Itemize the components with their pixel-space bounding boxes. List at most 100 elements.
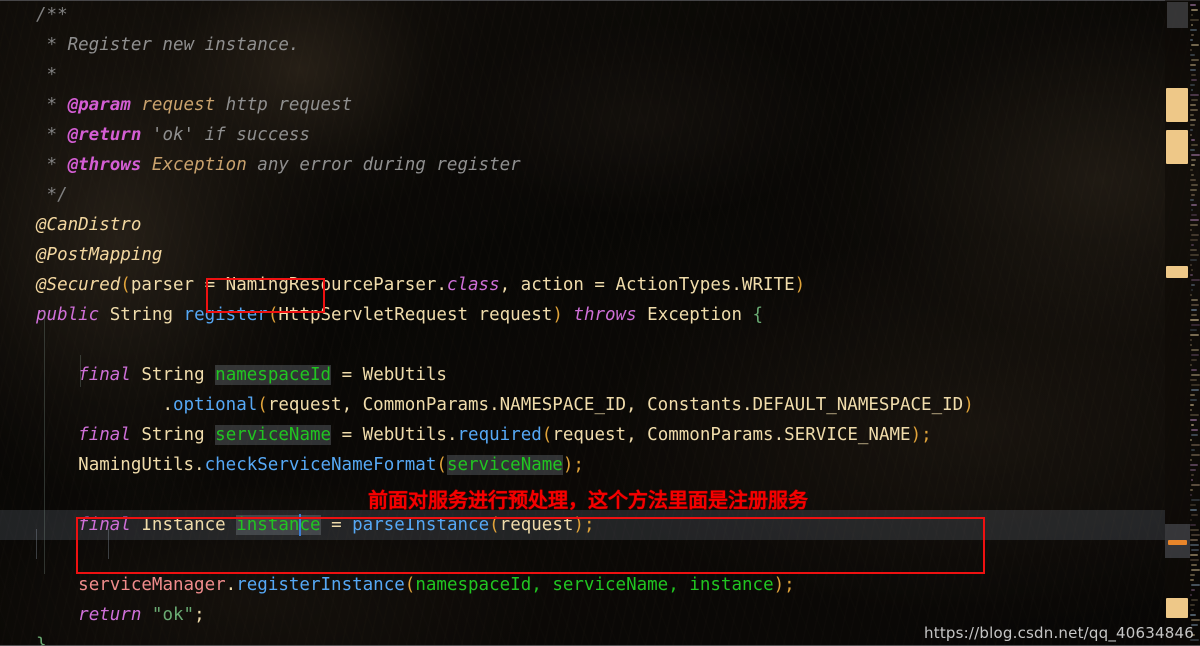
minimap-row bbox=[1191, 429, 1198, 431]
minimap-row bbox=[1190, 84, 1195, 86]
code-line[interactable]: * @param request http request bbox=[0, 90, 1165, 120]
minimap-row bbox=[1191, 584, 1200, 586]
code-line[interactable]: * @return 'ok' if success bbox=[0, 120, 1165, 150]
code-line[interactable] bbox=[0, 330, 1165, 360]
code-token: { bbox=[752, 305, 764, 325]
code-token: request, CommonParams.SERVICE_NAME bbox=[552, 425, 911, 445]
code-token: "ok" bbox=[151, 605, 195, 625]
code-line[interactable]: serviceManager.registerInstance(namespac… bbox=[0, 570, 1165, 600]
code-token: serviceManager bbox=[78, 575, 226, 595]
minimap-row bbox=[1190, 319, 1199, 321]
minimap-row bbox=[1191, 484, 1200, 486]
minimap-row bbox=[1190, 554, 1198, 556]
code-line[interactable]: /** bbox=[0, 0, 1165, 30]
code-token: @Secured bbox=[36, 275, 121, 295]
code-token: @PostMapping bbox=[36, 245, 163, 265]
minimap-row bbox=[1190, 254, 1199, 256]
code-token: serviceName bbox=[446, 455, 563, 475]
minimap-row bbox=[1191, 444, 1200, 446]
minimap-row bbox=[1191, 309, 1197, 311]
minimap-row bbox=[1191, 204, 1197, 206]
minimap-row bbox=[1190, 239, 1198, 241]
code-token: Register new instance. bbox=[67, 35, 300, 55]
code-token: namespaceId bbox=[415, 575, 532, 595]
code-line[interactable]: .optional(request, CommonParams.NAMESPAC… bbox=[0, 390, 1165, 420]
code-token: parseInstance bbox=[352, 515, 490, 535]
minimap-row bbox=[1190, 104, 1196, 106]
minimap-row bbox=[1190, 414, 1199, 416]
scrollbar-marker[interactable] bbox=[1166, 598, 1188, 618]
minimap-row bbox=[1190, 614, 1196, 616]
scrollbar-marker[interactable] bbox=[1166, 88, 1188, 122]
code-text-area[interactable]: /** * Register new instance. * * @param … bbox=[0, 0, 1165, 646]
code-line[interactable]: public String register(HttpServletReques… bbox=[0, 300, 1165, 330]
code-line[interactable]: */ bbox=[0, 180, 1165, 210]
minimap-row bbox=[1190, 344, 1192, 346]
code-token: public bbox=[36, 305, 100, 325]
code-token: = WebUtils. bbox=[331, 425, 458, 445]
code-line[interactable]: final String namespaceId = WebUtils bbox=[0, 360, 1165, 390]
code-line[interactable] bbox=[0, 540, 1165, 570]
code-token: register bbox=[183, 305, 268, 325]
code-line[interactable]: @PostMapping bbox=[0, 240, 1165, 270]
scrollbar-marker[interactable] bbox=[1166, 130, 1188, 164]
code-line[interactable]: @Secured(parser = NamingResourceParser.c… bbox=[0, 270, 1165, 300]
code-token: registerInstance bbox=[236, 575, 405, 595]
text-caret bbox=[298, 514, 301, 536]
minimap-row bbox=[1190, 464, 1198, 466]
code-token: String bbox=[109, 305, 173, 325]
minimap-row bbox=[1191, 184, 1198, 186]
code-token: * bbox=[36, 35, 68, 55]
scrollbar-top-thumb[interactable] bbox=[1167, 2, 1188, 28]
code-token: ); bbox=[773, 575, 795, 595]
minimap-row bbox=[1190, 504, 1196, 506]
minimap-row bbox=[1190, 274, 1193, 276]
minimap-row bbox=[1190, 264, 1192, 266]
minimap-row bbox=[1190, 494, 1192, 496]
code-line[interactable]: * bbox=[0, 60, 1165, 90]
blog-watermark: https://blog.csdn.net/qq_40634846 bbox=[924, 624, 1194, 642]
minimap-row bbox=[1190, 529, 1199, 531]
minimap-row bbox=[1191, 534, 1200, 536]
minimap-row bbox=[1190, 339, 1192, 341]
code-token: */ bbox=[36, 185, 68, 205]
minimap-row bbox=[1190, 149, 1195, 151]
minimap-row bbox=[1190, 579, 1194, 581]
code-line[interactable]: final Instance instance = parseInstance(… bbox=[0, 510, 1165, 540]
editor-scrollbar[interactable] bbox=[1165, 0, 1190, 646]
minimap-row bbox=[1191, 589, 1195, 591]
minimap-row bbox=[1191, 384, 1200, 386]
code-line[interactable]: @CanDistro bbox=[0, 210, 1165, 240]
scrollbar-marker[interactable] bbox=[1168, 540, 1187, 545]
code-line[interactable]: NamingUtils.checkServiceNameFormat(servi… bbox=[0, 450, 1165, 480]
code-line[interactable]: final String serviceName = WebUtils.requ… bbox=[0, 420, 1165, 450]
minimap-row bbox=[1190, 134, 1192, 136]
scrollbar-marker[interactable] bbox=[1166, 266, 1188, 278]
code-token: ( bbox=[436, 455, 447, 475]
minimap-row bbox=[1191, 144, 1198, 146]
code-token: ; bbox=[194, 605, 205, 625]
code-token: any error during register bbox=[246, 155, 521, 175]
code-line[interactable]: * Register new instance. bbox=[0, 30, 1165, 60]
minimap-row bbox=[1191, 299, 1198, 301]
code-token: Exception bbox=[151, 155, 247, 175]
minimap-row bbox=[1191, 159, 1196, 161]
code-token: ( bbox=[120, 275, 131, 295]
minimap-row bbox=[1191, 424, 1194, 426]
code-token: request bbox=[141, 95, 216, 115]
minimap-row bbox=[1190, 4, 1196, 6]
code-token: ) bbox=[963, 395, 974, 415]
code-line[interactable]: * @throws Exception any error during reg… bbox=[0, 150, 1165, 180]
code-token: . bbox=[162, 395, 173, 415]
minimap-row bbox=[1191, 619, 1200, 621]
editor-minimap[interactable] bbox=[1190, 0, 1200, 646]
minimap-row bbox=[1191, 194, 1195, 196]
